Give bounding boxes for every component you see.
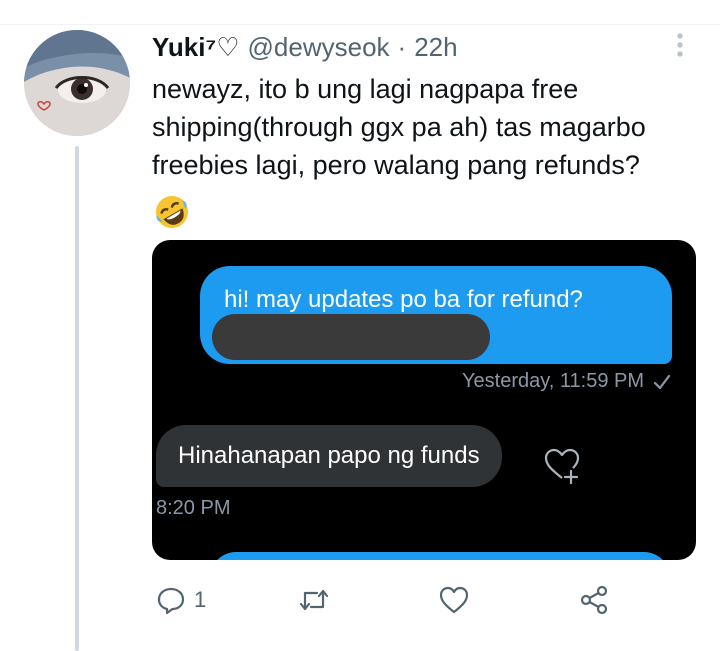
received-message-text: Hinahanapan papo ng funds [178,442,480,469]
retweet-icon [299,589,329,611]
received-message-bubble: Hinahanapan papo ng funds [156,425,502,487]
media-screenshot[interactable]: hi! may updates po ba for refund? Yester… [152,240,696,560]
tweet-text: newayz, ito b ung lagi nagpapa free ship… [152,74,646,180]
author-handle[interactable]: @dewyseok [248,32,390,63]
received-message-time: 8:20 PM [156,497,231,519]
share-button[interactable] [578,580,610,620]
sent-message-text: hi! may updates po ba for refund? [224,286,583,313]
reply-button[interactable]: 1 [156,580,206,620]
like-icon [439,586,469,614]
author-name[interactable]: Yuki⁷♡ [152,32,240,63]
tweet-time[interactable]: 22h [414,32,457,63]
reply-icon [157,587,185,615]
partial-next-bubble [210,552,670,560]
sent-message-bubble: hi! may updates po ba for refund? [200,266,672,364]
rolling-on-floor-laughing-emoji-icon [152,192,192,232]
avatar[interactable] [24,30,130,136]
add-reaction-heart-icon[interactable] [542,445,582,485]
reply-count: 1 [194,587,207,612]
separator-dot: · [397,31,407,62]
sent-message-time: Yesterday, 11:59 PM [462,370,644,392]
sent-message-meta: Yesterday, 11:59 PM [462,370,672,393]
tweet-header: Yuki⁷♡ @dewyseok · 22h [152,30,458,64]
thread-line [75,146,79,651]
top-divider [0,24,720,25]
redacted-block [212,314,490,360]
tweet-actions: 1 [152,580,672,620]
more-vertical-icon[interactable] [670,30,690,60]
check-icon [653,374,671,389]
like-button[interactable] [438,580,470,620]
share-icon [580,585,608,615]
retweet-button[interactable] [298,580,330,620]
